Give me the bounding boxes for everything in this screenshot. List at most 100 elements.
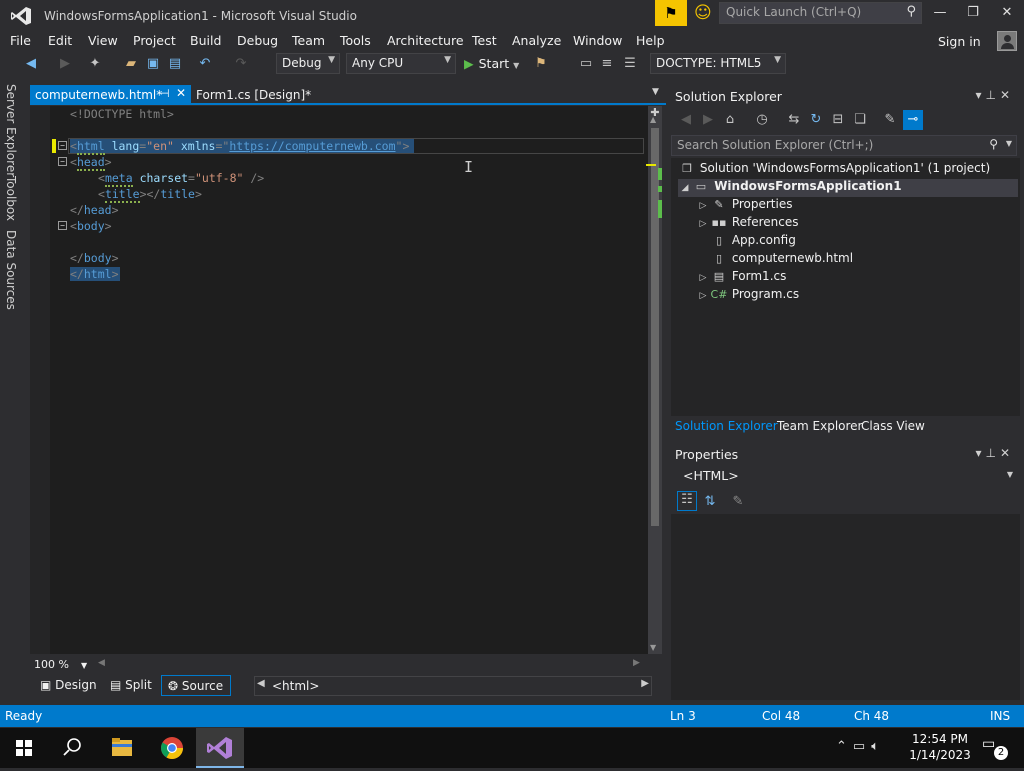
home-icon[interactable]: ⌂ bbox=[721, 112, 739, 127]
toolbox-tab[interactable]: Toolbox bbox=[4, 176, 18, 221]
tree-item-app-config[interactable]: ▯ App.config bbox=[710, 233, 796, 251]
pin-icon[interactable]: ⊣ bbox=[160, 87, 170, 100]
start-button[interactable]: ▶ Start ▼ bbox=[464, 56, 519, 71]
document-icon[interactable]: ▭ bbox=[577, 56, 595, 71]
menu-team[interactable]: Team bbox=[292, 33, 325, 48]
pane-controls[interactable]: ▾⊥✕ bbox=[975, 446, 1014, 460]
tab-computernewb-html[interactable]: computernewb.html* ⊣ ✕ bbox=[30, 85, 191, 105]
breadcrumb-tag[interactable]: <html> bbox=[272, 679, 319, 693]
tree-item-computernewb-html[interactable]: ▯ computernewb.html bbox=[710, 251, 853, 269]
quick-launch-input[interactable]: Quick Launch (Ctrl+Q) ⚲ bbox=[719, 2, 922, 24]
undo-icon[interactable]: ↶ bbox=[196, 56, 214, 71]
comment-icon[interactable]: ☰ bbox=[621, 56, 639, 71]
close-tab-icon[interactable]: ✕ bbox=[176, 86, 186, 100]
doctype-dropdown[interactable]: DOCTYPE: HTML5 ▼ bbox=[650, 53, 786, 74]
zoom-dropdown[interactable]: 100 % ▼ bbox=[34, 658, 87, 671]
data-sources-tab[interactable]: Data Sources bbox=[4, 230, 18, 310]
new-project-icon[interactable]: ✦ bbox=[86, 56, 104, 71]
tab-list-dropdown-icon[interactable]: ▼ bbox=[652, 87, 659, 97]
tab-solution-explorer[interactable]: Solution Explorer bbox=[675, 419, 778, 433]
action-center-button[interactable]: ▭ 2 bbox=[982, 736, 1008, 760]
breadcrumb-right-icon[interactable]: ▶ bbox=[641, 678, 649, 689]
sign-in-link[interactable]: Sign in bbox=[938, 34, 981, 49]
format-document-icon[interactable]: ≡ bbox=[598, 56, 616, 71]
server-explorer-tab[interactable]: Server Explorer bbox=[4, 84, 18, 177]
menu-view[interactable]: View bbox=[88, 33, 118, 48]
tree-item-references[interactable]: ▷ ▪▪ References bbox=[696, 215, 799, 233]
menu-file[interactable]: File bbox=[10, 33, 31, 48]
feedback-smiley-icon[interactable]: ☺ bbox=[694, 3, 712, 23]
tree-item-form1-cs[interactable]: ▷ ▤ Form1.cs bbox=[696, 269, 787, 287]
tag-breadcrumb[interactable]: ◀ <html> ▶ bbox=[254, 676, 652, 696]
menu-project[interactable]: Project bbox=[133, 33, 176, 48]
collapse-toggle-icon[interactable]: − bbox=[58, 221, 67, 230]
open-file-icon[interactable]: ▰ bbox=[122, 56, 140, 71]
design-view-button[interactable]: ▣ Design bbox=[40, 678, 97, 692]
taskbar-clock[interactable]: 12:54 PM 1/14/2023 bbox=[908, 731, 972, 763]
menu-window[interactable]: Window bbox=[573, 33, 622, 48]
breadcrumb-left-icon[interactable]: ◀ bbox=[257, 678, 265, 689]
tree-item-properties[interactable]: ▷ ✎ Properties bbox=[696, 197, 793, 215]
redo-icon[interactable]: ↷ bbox=[232, 56, 250, 71]
start-menu-button[interactable] bbox=[0, 728, 48, 768]
visual-studio-taskbar-button[interactable] bbox=[196, 728, 244, 768]
browser-link-icon[interactable]: ⚑ bbox=[532, 56, 550, 71]
scroll-left-icon[interactable]: ◀ bbox=[98, 658, 105, 668]
close-button[interactable]: ✕ bbox=[997, 5, 1017, 20]
properties-wrench-icon[interactable]: ✎ bbox=[881, 112, 899, 127]
collapsed-arrow-icon[interactable]: ▷ bbox=[696, 291, 710, 301]
taskbar-search-button[interactable] bbox=[48, 728, 96, 768]
collapse-toggle-icon[interactable]: − bbox=[58, 141, 67, 150]
system-tray[interactable]: ⌃▭🔈︎ bbox=[836, 739, 885, 754]
menu-debug[interactable]: Debug bbox=[237, 33, 278, 48]
preview-selected-icon[interactable]: ⊸ bbox=[903, 110, 923, 130]
pane-controls[interactable]: ▾⊥✕ bbox=[975, 88, 1014, 102]
forward-icon[interactable]: ▶ bbox=[699, 112, 717, 127]
tab-form1-design[interactable]: Form1.cs [Design]* bbox=[196, 88, 311, 102]
navigate-back-icon[interactable]: ◀ bbox=[22, 56, 40, 71]
user-avatar-icon[interactable] bbox=[997, 31, 1017, 51]
save-all-icon[interactable]: ▤ bbox=[166, 56, 184, 71]
configuration-dropdown[interactable]: Debug ▼ bbox=[276, 53, 340, 74]
categorized-icon[interactable]: ☷ bbox=[677, 491, 697, 511]
menu-analyze[interactable]: Analyze bbox=[512, 33, 561, 48]
source-view-button[interactable]: ❂ Source bbox=[161, 675, 231, 696]
menu-architecture[interactable]: Architecture bbox=[387, 33, 464, 48]
tab-team-explorer[interactable]: Team Explorer bbox=[777, 419, 863, 433]
collapse-toggle-icon[interactable]: − bbox=[58, 157, 67, 166]
scroll-down-icon[interactable]: ▼ bbox=[650, 643, 656, 652]
menu-test[interactable]: Test bbox=[472, 33, 497, 48]
show-all-files-icon[interactable]: ❏ bbox=[851, 112, 869, 127]
properties-object-dropdown[interactable]: <HTML> ▼ bbox=[675, 466, 1017, 486]
tree-item-solution[interactable]: ❒ Solution 'WindowsFormsApplication1' (1… bbox=[678, 161, 990, 179]
minimize-button[interactable]: — bbox=[930, 5, 950, 20]
menu-help[interactable]: Help bbox=[636, 33, 665, 48]
notification-flag-icon[interactable]: ⚑ bbox=[655, 0, 687, 26]
collapse-all-icon[interactable]: ⊟ bbox=[829, 112, 847, 127]
tree-item-project[interactable]: ◢ ▭ WindowsFormsApplication1 bbox=[678, 179, 1018, 197]
chrome-button[interactable] bbox=[148, 728, 196, 768]
menu-tools[interactable]: Tools bbox=[340, 33, 371, 48]
restore-button[interactable]: ❐ bbox=[963, 5, 983, 20]
back-icon[interactable]: ◀ bbox=[677, 112, 695, 127]
solution-search-input[interactable]: Search Solution Explorer (Ctrl+;) ⚲ ▼ bbox=[671, 135, 1017, 156]
refresh-icon[interactable]: ↻ bbox=[807, 112, 825, 127]
tree-item-program-cs[interactable]: ▷ C# Program.cs bbox=[696, 287, 800, 305]
alphabetical-icon[interactable]: ⇅ bbox=[701, 494, 719, 509]
collapsed-arrow-icon[interactable]: ▷ bbox=[696, 201, 710, 211]
url-link[interactable]: https://computernewb.com bbox=[229, 139, 395, 153]
tab-class-view[interactable]: Class View bbox=[861, 419, 925, 433]
save-icon[interactable]: ▣ bbox=[144, 56, 162, 71]
navigate-forward-icon[interactable]: ▶ bbox=[56, 56, 74, 71]
split-editor-icon[interactable]: ✚ bbox=[648, 106, 662, 120]
platform-dropdown[interactable]: Any CPU ▼ bbox=[346, 53, 456, 74]
property-pages-icon[interactable]: ✎ bbox=[729, 494, 747, 509]
scroll-right-icon[interactable]: ▶ bbox=[633, 658, 640, 668]
menu-edit[interactable]: Edit bbox=[48, 33, 72, 48]
history-icon[interactable]: ◷ bbox=[753, 112, 771, 127]
collapsed-arrow-icon[interactable]: ▷ bbox=[696, 273, 710, 283]
split-view-button[interactable]: ▤ Split bbox=[110, 678, 152, 692]
expanded-arrow-icon[interactable]: ◢ bbox=[678, 183, 692, 193]
file-explorer-button[interactable] bbox=[98, 728, 146, 768]
sync-icon[interactable]: ⇆ bbox=[785, 112, 803, 127]
